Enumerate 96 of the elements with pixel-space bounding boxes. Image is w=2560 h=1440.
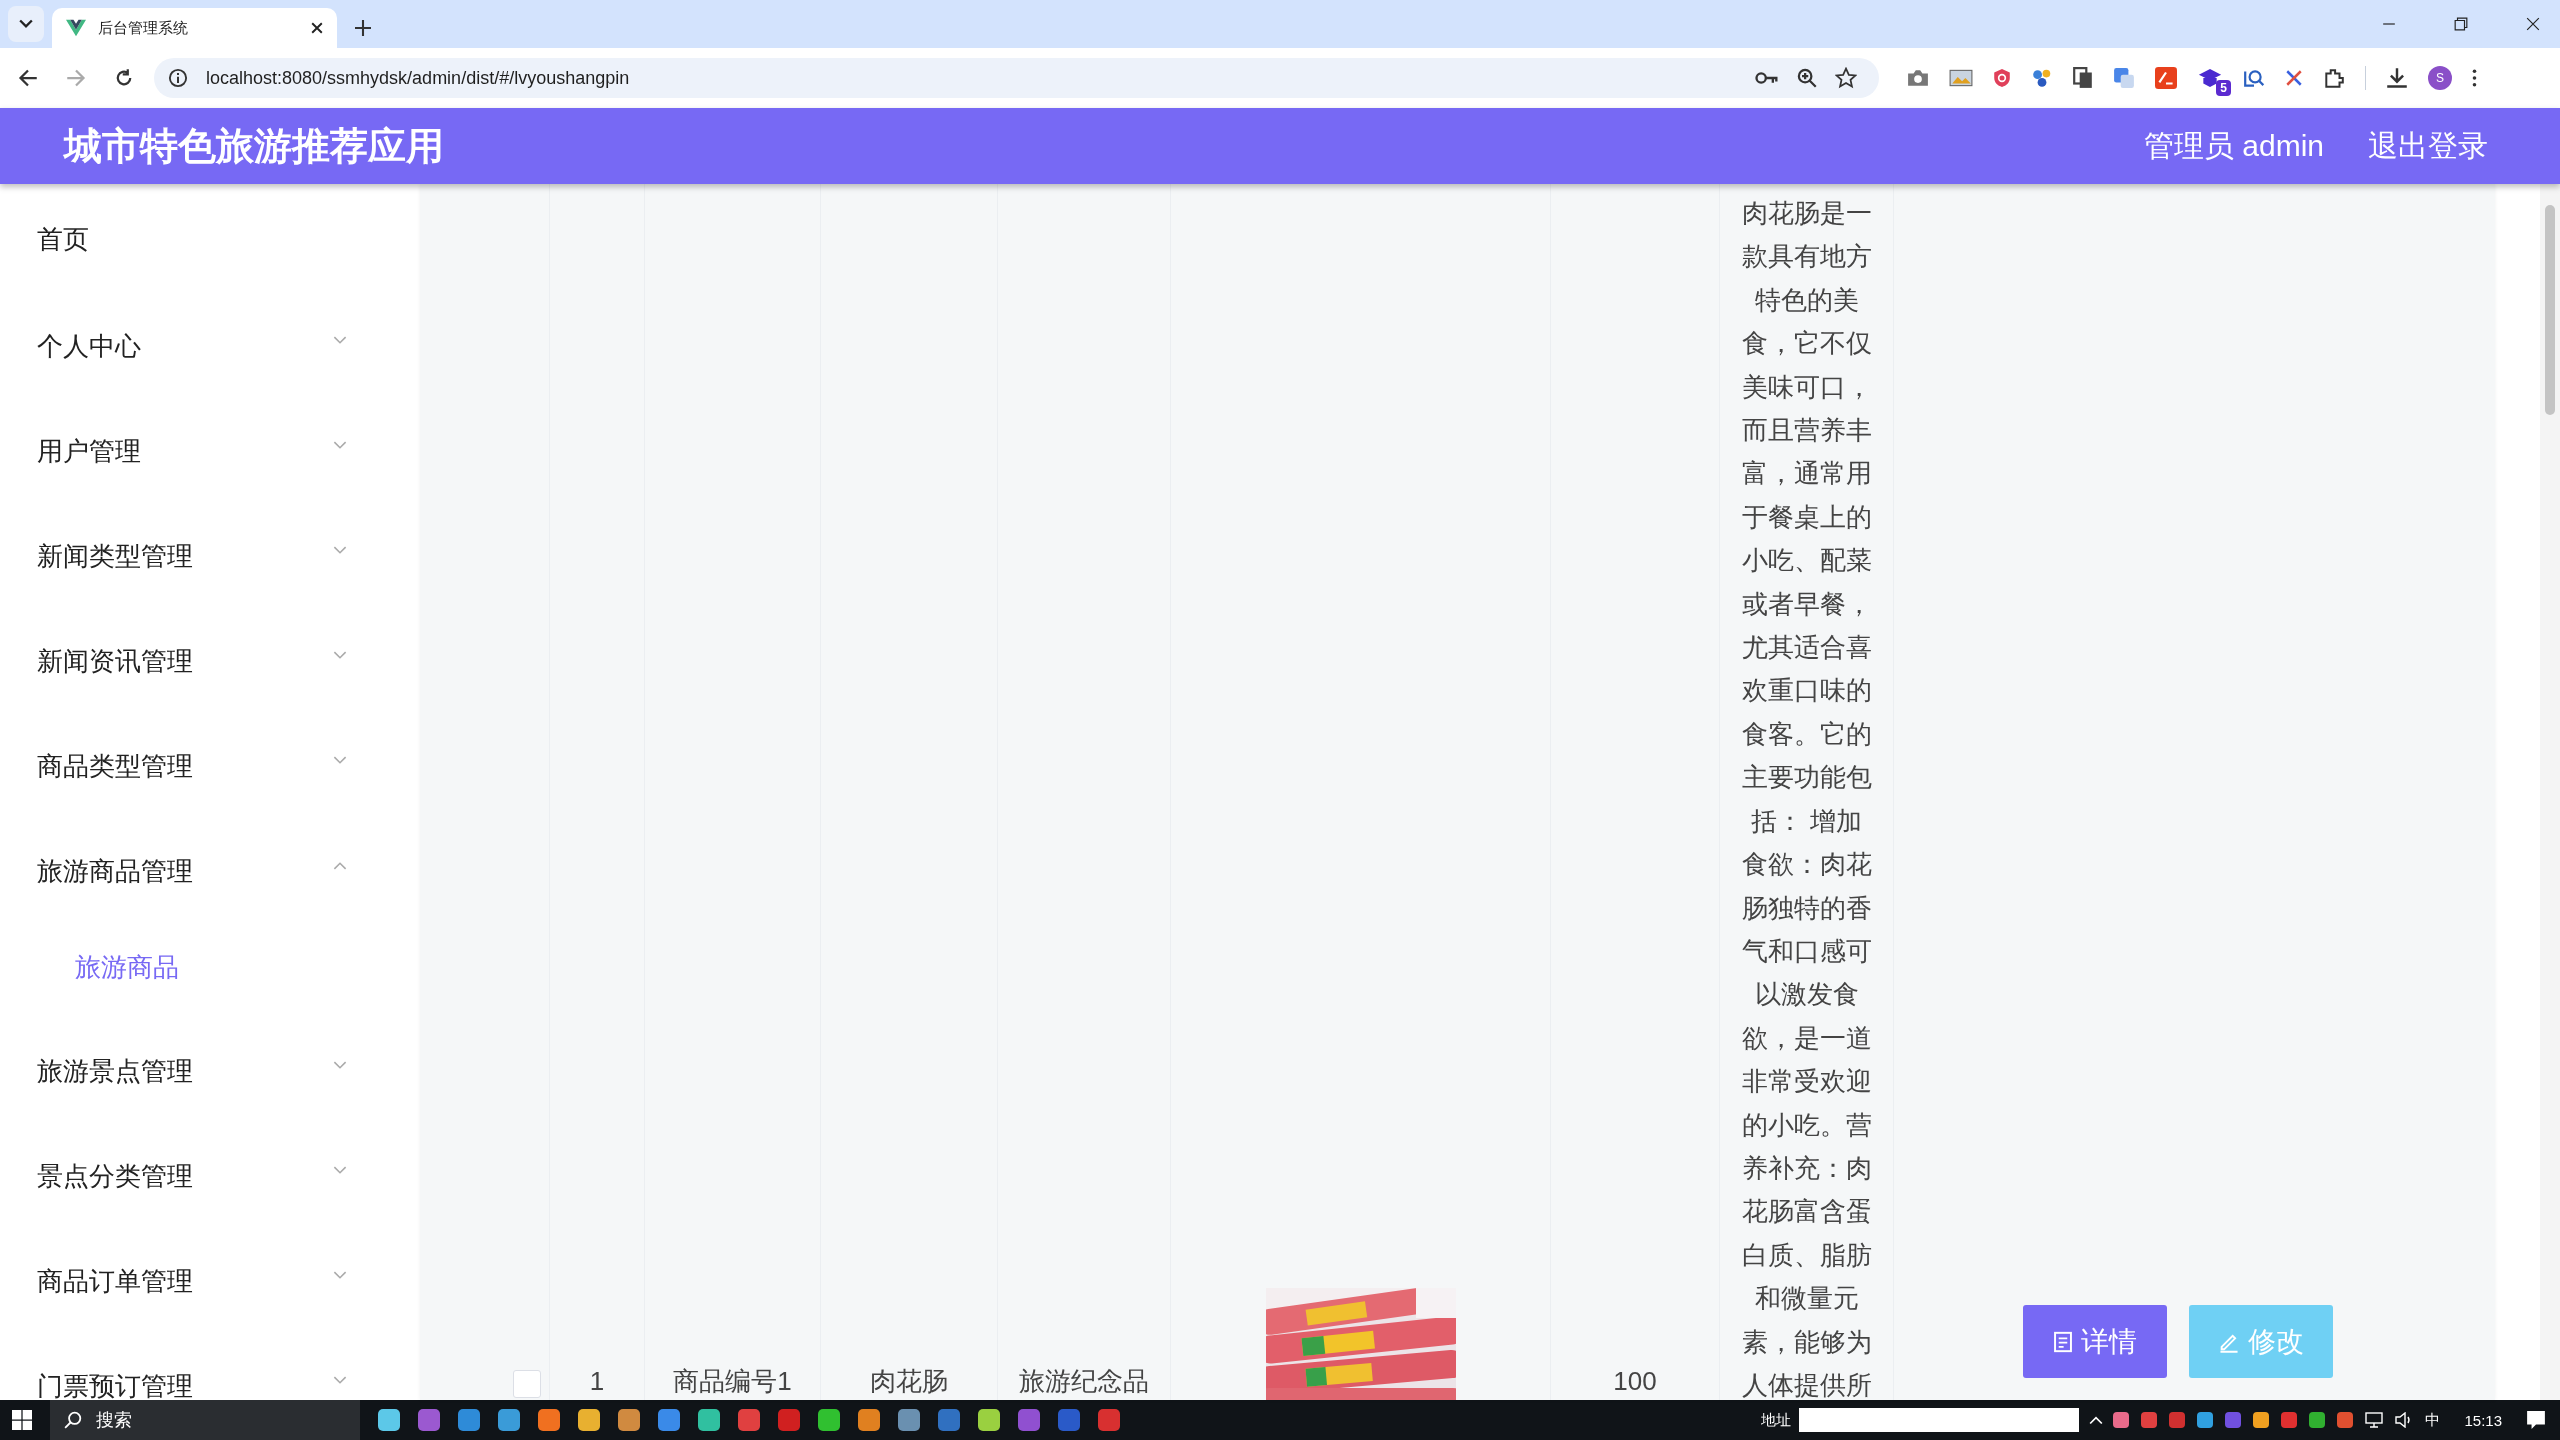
shield-icon[interactable] [1993,68,2011,88]
copy-icon[interactable] [2073,67,2093,89]
table-cell: 1 [589,1366,605,1396]
chevron-icon [333,1376,347,1385]
taskbar-app-icon[interactable] [538,1409,560,1431]
extensions-icon[interactable] [2323,67,2345,89]
app-title: 城市特色旅游推荐应用 [64,123,444,169]
submenu-item[interactable]: 旅游商品 [0,932,375,1002]
chevron-icon [333,651,347,660]
clock[interactable]: 15:13 [2464,1411,2502,1429]
input-method-indicator[interactable]: 中 [2425,1410,2441,1430]
taskbar-app-icon[interactable] [578,1409,600,1431]
v-logo-icon [66,19,86,37]
menu-item[interactable]: 个人中心 [0,294,375,399]
taskbar-app-icon[interactable] [658,1409,680,1431]
taskbar-app-icon[interactable] [698,1409,720,1431]
menu-item[interactable]: 旅游景点管理 [0,1019,375,1124]
table-cell: 肉花肠 [870,1366,948,1396]
browser-tab[interactable]: 后台管理系统 [52,8,337,48]
tab-title: 后台管理系统 [98,18,189,38]
chevron-icon [333,1061,347,1070]
tray-icon[interactable] [2141,1412,2158,1428]
table-cell: 旅游纪念品 [1019,1366,1149,1396]
tray-icon[interactable] [2113,1412,2130,1428]
taskbar-app-icon[interactable] [858,1409,880,1431]
menu-item[interactable]: 用户管理 [0,399,375,504]
chevron-icon [333,441,347,450]
address-label: 地址 [1761,1410,1792,1430]
taskbar-app-icon[interactable] [378,1409,400,1431]
cross-icon[interactable] [2285,69,2303,87]
taskbar-app-icon[interactable] [498,1409,520,1431]
menu-item[interactable]: 商品订单管理 [0,1229,375,1334]
taskbar-app-icon[interactable] [818,1409,840,1431]
tray-icon[interactable] [2169,1412,2186,1428]
chevron-icon [19,19,33,29]
url-text: localhost:8080/ssmhydsk/admin/dist/#/lvyoushangpin [206,67,630,89]
description-text: 肉花肠是一款具有地方特色的美食，它不仅美味可口，而且营养丰富，通常用于餐桌上的小吃、配菜或者早餐，尤其适合喜欢重口味的食客。它的主要功能包括： 增加食欲：肉花肠独特的香气和口感可以激发食欲，是一道非常受欢迎的小吃。营养补充：肉花肠富含蛋白质、脂肪和微量元素，能够为人体提供所 [1740,197,1873,1400]
close-icon[interactable] [311,22,323,34]
zoom-icon[interactable] [1797,68,1817,88]
camera-icon[interactable] [1907,69,1929,87]
chevron-icon [333,756,347,765]
chevron-icon [333,1166,347,1175]
taskbar-search[interactable]: 搜索 [50,1400,360,1440]
tray-icon[interactable] [2197,1412,2214,1428]
menu-item[interactable]: 景点分类管理 [0,1124,375,1229]
notification-badge: 5 [2216,80,2231,96]
chevron-icon[interactable] [2089,1415,2104,1425]
taskbar-app-icon[interactable] [978,1409,1000,1431]
monitor-icon[interactable] [2365,1412,2384,1428]
close-icon[interactable] [2526,17,2540,31]
menu-item[interactable]: 旅游商品管理 [0,819,375,924]
profile-avatar[interactable]: S [2428,66,2452,90]
graduation-cap-icon[interactable] [2197,68,2223,88]
back-icon[interactable] [18,68,38,88]
more-icon[interactable] [2472,69,2477,87]
chevron-icon [333,546,347,555]
tray-icon[interactable] [2281,1412,2298,1428]
restore-icon[interactable] [2454,17,2468,31]
tray-icon[interactable] [2337,1412,2354,1428]
menu-item[interactable]: 门票预订管理 [0,1334,375,1400]
taskbar-app-icon[interactable] [738,1409,760,1431]
chevron-icon [333,861,347,870]
menu-item[interactable]: 新闻资讯管理 [0,609,375,714]
menu-item[interactable]: 新闻类型管理 [0,504,375,609]
image-icon[interactable] [1949,69,1973,87]
address-bar[interactable]: localhost:8080/ssmhydsk/admin/dist/#/lvyoushangpin [154,58,1879,98]
details-button[interactable]: 详情 [2023,1305,2167,1378]
chevron-icon [333,1271,347,1280]
logout-link[interactable]: 退出登录 [2368,125,2488,167]
address-field[interactable] [1799,1408,2080,1432]
taskbar-app-icon[interactable] [898,1409,920,1431]
search-icon[interactable] [2243,68,2265,88]
chevron-icon [333,336,347,345]
new-tab-icon[interactable] [355,20,371,36]
key-icon[interactable] [1755,71,1779,85]
tray-icon[interactable] [2309,1412,2326,1428]
table-cell: 商品编号1 [673,1366,792,1396]
tab-list-button[interactable] [8,6,44,42]
taskbar-app-icon[interactable] [618,1409,640,1431]
menu-item[interactable]: 首页 [0,204,375,274]
scrollbar[interactable] [2540,184,2560,1400]
document-icon [2053,1330,2073,1353]
taskbar-app-icon[interactable] [418,1409,440,1431]
star-icon[interactable] [1835,67,1857,89]
download-icon[interactable] [2386,67,2408,89]
user-label: 管理员 admin [2143,127,2324,164]
tray-icon[interactable] [2253,1412,2270,1428]
windows-logo-icon[interactable] [12,1410,32,1430]
info-icon [168,68,188,88]
table-cell: 100 [1613,1366,1657,1396]
menu-item[interactable]: 商品类型管理 [0,714,375,819]
notification-icon[interactable] [2526,1410,2546,1430]
search-icon [64,1411,82,1429]
reload-icon[interactable] [114,68,134,88]
taskbar-app-icon[interactable] [458,1409,480,1431]
row-checkbox[interactable] [513,1370,541,1398]
